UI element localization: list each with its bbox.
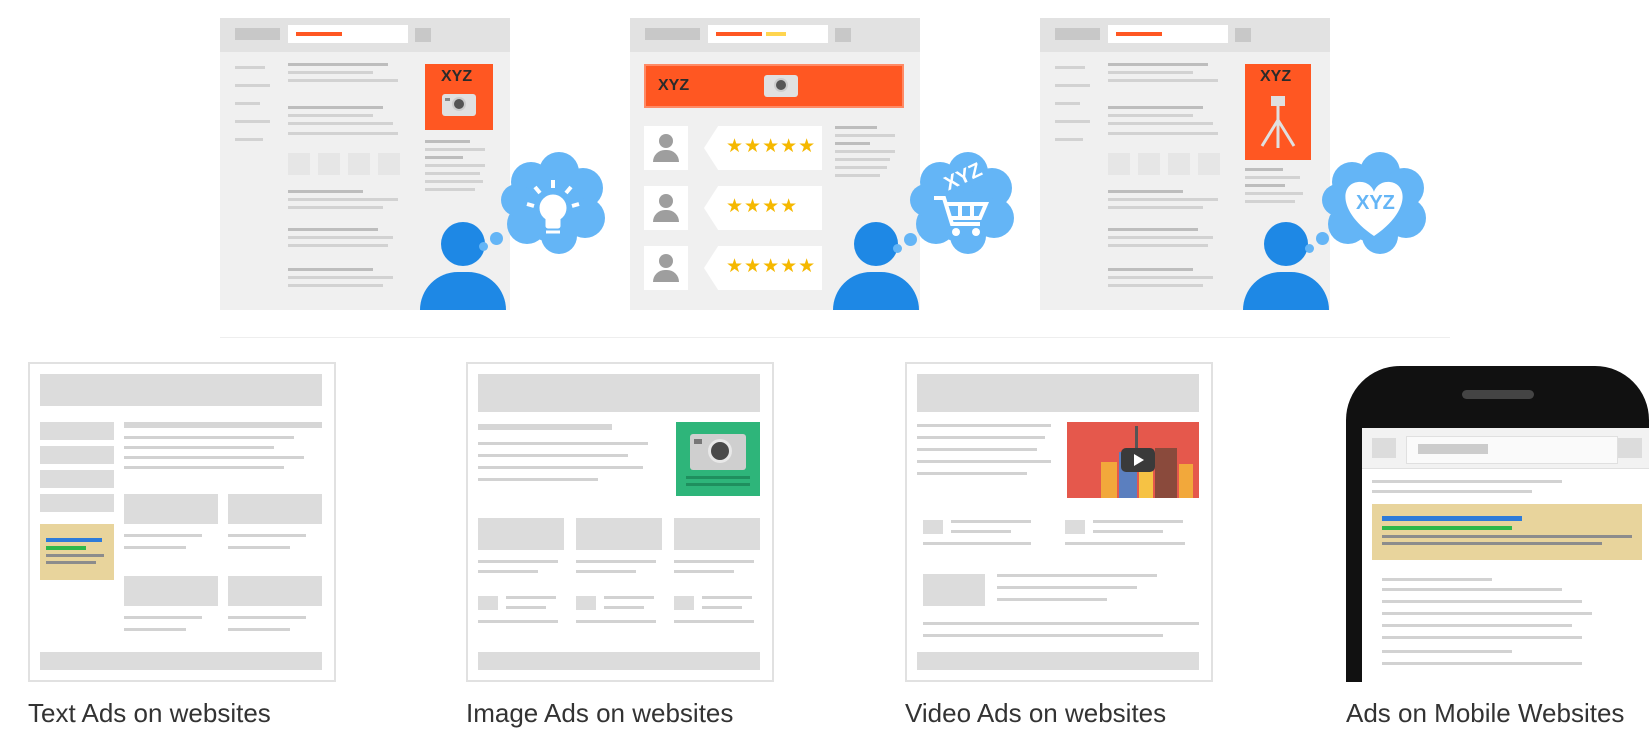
tripod-icon <box>1257 90 1299 150</box>
reviewer-avatar-icon <box>644 126 688 170</box>
star-rating-icon: ★★★★★ <box>726 256 817 277</box>
phone-speaker <box>1462 390 1534 399</box>
orange-ad-skyscraper: XYZ <box>1245 64 1311 160</box>
orange-ad-banner: XYZ <box>425 64 493 130</box>
star-rating-icon: ★★★★ <box>726 196 799 217</box>
play-button-icon[interactable] <box>1121 448 1155 472</box>
thought-brand-text: XYZ <box>1356 192 1395 214</box>
ad-brand-text: XYZ <box>658 77 690 94</box>
review-row: ★★★★★ <box>644 126 854 170</box>
orange-ad-banner: XYZ <box>644 64 904 108</box>
image-ad[interactable] <box>676 422 760 496</box>
shopping-cart-icon: XYZ <box>906 152 1018 256</box>
browser-bar <box>630 18 920 52</box>
lightbulb-icon <box>497 152 609 256</box>
review-row: ★★★★ <box>644 186 854 230</box>
camera-icon <box>764 75 798 97</box>
reviewer-avatar-icon <box>644 246 688 290</box>
star-rating-icon: ★★★★★ <box>726 136 817 157</box>
address-field <box>708 25 828 43</box>
divider <box>220 337 1450 338</box>
mobile-text-ad-highlight[interactable] <box>1372 504 1642 560</box>
caption-text-ads: Text Ads on websites <box>28 698 271 728</box>
caption-mobile-ads: Ads on Mobile Websites <box>1346 698 1625 728</box>
camera-icon <box>690 434 746 470</box>
card-video-ads[interactable] <box>905 362 1213 682</box>
ad-brand-text: XYZ <box>1260 68 1292 85</box>
video-ad[interactable] <box>1067 422 1199 498</box>
ad-brand-text: XYZ <box>441 68 473 85</box>
phone-screen <box>1362 428 1649 682</box>
text-ad-highlight[interactable] <box>40 524 114 580</box>
review-row: ★★★★★ <box>644 246 854 290</box>
card-image-ads[interactable] <box>466 362 774 682</box>
mobile-phone[interactable] <box>1346 366 1649 682</box>
browser-bar <box>1040 18 1330 52</box>
address-field <box>288 25 408 43</box>
camera-icon <box>442 94 476 116</box>
card-text-ads[interactable] <box>28 362 336 682</box>
heart-icon: XYZ <box>1318 152 1430 256</box>
address-field <box>1108 25 1228 43</box>
browser-bar <box>220 18 510 52</box>
caption-video-ads: Video Ads on websites <box>905 698 1167 728</box>
caption-image-ads: Image Ads on websites <box>466 698 734 728</box>
reviewer-avatar-icon <box>644 186 688 230</box>
